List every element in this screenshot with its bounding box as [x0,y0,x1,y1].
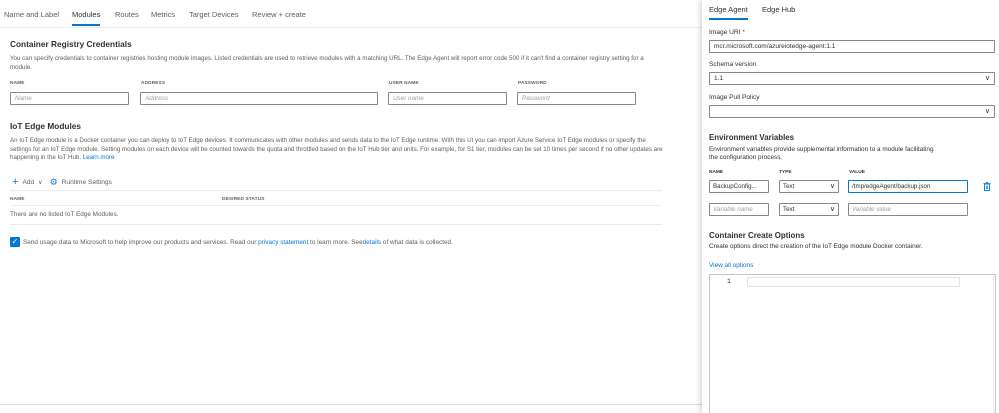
chevron-down-icon: ∨ [38,179,43,186]
usage-consent-checkbox[interactable]: ✓ [10,237,20,247]
modules-table-divider [10,224,662,225]
modules-col-name: NAME [10,197,25,202]
chevron-down-icon: ∨ [984,108,990,115]
tab-metrics[interactable]: Metrics [151,10,175,19]
env-col-value: VALUE [849,170,865,175]
registry-col-username: USER NAME [389,81,419,86]
consent-suffix: of what data is collected. [382,239,453,246]
registry-name-input[interactable] [10,92,129,105]
env-value-input[interactable]: /tmp/edgeAgent/backup.json [848,180,968,193]
modules-header-divider [10,205,662,206]
modules-title: IoT Edge Modules [10,121,81,131]
consent-middle: to learn more. See [310,239,363,246]
create-options-description: Create options direct the creation of th… [709,243,923,250]
wizard-tabs: Name and Label Modules Routes Metrics Ta… [0,0,702,29]
image-uri-label: Image URI * [709,29,745,36]
image-uri-input[interactable]: mcr.microsoft.com/azureiotedge-agent:1.1 [709,40,995,53]
env-vars-title: Environment Variables [709,133,795,142]
trash-icon-svg [983,182,991,191]
new-env-value-input[interactable]: Variable value [848,203,968,216]
registry-description: You can specify credentials to container… [10,55,644,71]
registry-username-input[interactable] [388,92,507,105]
privacy-statement-link[interactable]: privacy statement [258,239,308,246]
registry-col-password: PASSWORD [518,81,547,86]
runtime-settings-button[interactable]: ⚙ Runtime Settings [49,176,112,187]
registry-col-name: NAME [10,81,25,86]
editor-current-line [747,277,960,287]
registry-password-input[interactable] [517,92,636,105]
tab-edge-hub[interactable]: Edge Hub [762,5,795,14]
env-name-input[interactable]: BackupConfig... [709,180,769,193]
image-pull-policy-dropdown[interactable]: ∨ [709,105,995,118]
modules-empty-text: There are no listed IoT Edge Modules. [10,211,119,218]
footer-divider [0,404,702,405]
consent-prefix: Send usage data to Microsoft to help imp… [23,239,257,246]
main-pane: Name and Label Modules Routes Metrics Ta… [0,0,702,413]
schema-version-label: Schema version [709,61,757,68]
create-options-title: Container Create Options [709,231,805,240]
command-bar-divider [10,190,662,191]
image-uri-label-text: Image URI [709,29,741,36]
tab-routes[interactable]: Routes [115,10,139,19]
env-type-value: Text [783,183,795,190]
create-options-editor[interactable]: 1 [709,274,996,413]
modules-col-desired-status: DESIRED STATUS [222,197,265,202]
registry-address-input[interactable] [140,92,378,105]
registry-col-address: ADDRESS [141,81,166,86]
tabs-divider [0,27,702,28]
tab-target-devices[interactable]: Target Devices [189,10,239,19]
env-vars-description: Environment variables provide supplement… [709,146,934,161]
registry-title: Container Registry Credentials [10,39,132,49]
new-env-type-value: Text [783,206,795,213]
new-env-type-dropdown[interactable]: Text ∨ [779,203,839,216]
view-all-options-link[interactable]: View all options [709,262,753,269]
details-link[interactable]: details [363,239,381,246]
usage-consent-text: Send usage data to Microsoft to help imp… [23,239,453,246]
modules-description: An IoT Edge module is a Docker container… [10,137,665,163]
chevron-down-icon: ∨ [829,183,835,190]
tab-edge-agent[interactable]: Edge Agent [709,5,748,20]
required-mark: * [742,29,745,36]
editor-gutter: 1 [710,275,746,413]
schema-version-dropdown[interactable]: 1.1 ∨ [709,72,995,85]
env-col-name: NAME [709,170,724,175]
editor-scrollbar[interactable] [993,276,994,413]
checkmark-icon: ✓ [11,237,19,246]
plus-icon: + [12,176,19,188]
runtime-settings-label: Runtime Settings [61,178,112,186]
chevron-down-icon: ∨ [984,75,990,82]
image-pull-policy-label: Image Pull Policy [709,94,760,101]
learn-more-link[interactable]: Learn more [83,154,115,161]
chevron-down-icon: ∨ [829,206,835,213]
trash-icon[interactable] [983,182,991,193]
schema-version-value: 1.1 [714,75,724,82]
add-module-button[interactable]: + Add ∨ [12,176,43,188]
tab-review-create[interactable]: Review + create [252,10,306,19]
modules-command-bar: + Add ∨ ⚙ Runtime Settings [12,176,112,188]
env-col-type: TYPE [779,170,792,175]
gear-icon: ⚙ [49,176,58,187]
tab-name-and-label[interactable]: Name and Label [4,10,59,19]
add-label: Add [22,178,35,186]
env-type-dropdown[interactable]: Text ∨ [779,180,839,193]
new-env-name-input[interactable]: Variable name [709,203,769,216]
runtime-settings-panel: Edge Agent Edge Hub Image URI * mcr.micr… [702,0,999,413]
line-number: 1 [727,278,731,285]
tab-modules[interactable]: Modules [72,10,101,26]
